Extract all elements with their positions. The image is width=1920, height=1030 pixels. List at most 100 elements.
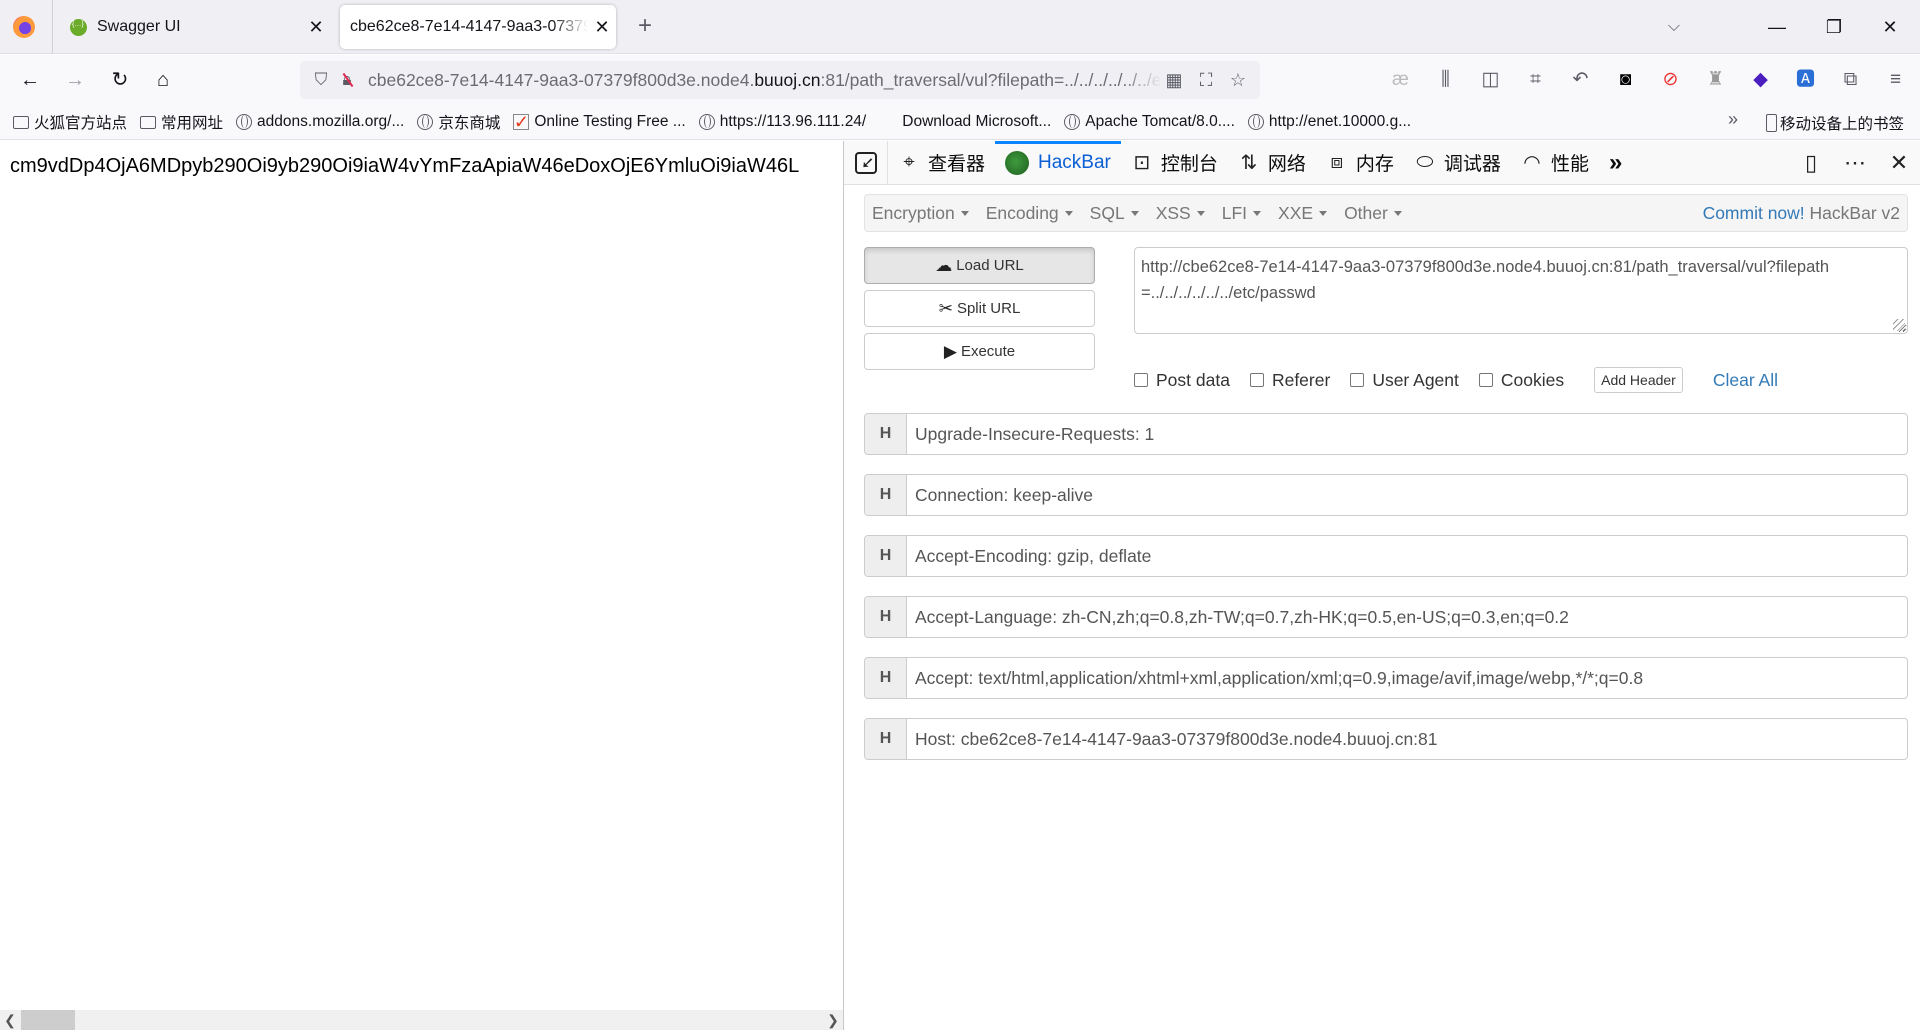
bookmark-item[interactable]: Apache Tomcat/8.0....: [1064, 113, 1235, 131]
bookmark-item[interactable]: addons.mozilla.org/...: [236, 113, 404, 131]
post-data-checkbox[interactable]: Post data: [1134, 370, 1230, 391]
spy-extension-icon[interactable]: ♜: [1693, 65, 1738, 95]
reader-extension-icon[interactable]: æ: [1378, 65, 1423, 95]
blocked-extension-icon[interactable]: ⊘: [1648, 65, 1693, 95]
bookmarks-toolbar: 火狐官方站点 常用网址 addons.mozilla.org/... 京东商城 …: [0, 105, 1920, 140]
execute-button[interactable]: ▶ Execute: [864, 333, 1095, 370]
menu-sql[interactable]: SQL: [1083, 203, 1149, 224]
checkbox-icon[interactable]: [1134, 373, 1148, 387]
more-options-icon[interactable]: ⋯: [1833, 150, 1877, 176]
caret-down-icon: [1253, 211, 1262, 217]
tab-network[interactable]: ⇅ 网络: [1228, 141, 1316, 185]
menu-lfi[interactable]: LFI: [1215, 203, 1271, 224]
scrollbar-thumb[interactable]: [21, 1010, 75, 1030]
tab-console[interactable]: ⊡ 控制台: [1121, 141, 1228, 185]
url-text[interactable]: cbe62ce8-7e14-4147-9aa3-07379f800d3e.nod…: [368, 70, 1162, 91]
load-url-button[interactable]: ☁ Load URL: [864, 247, 1095, 284]
cookies-checkbox[interactable]: Cookies: [1478, 370, 1564, 391]
bookmark-item[interactable]: 火狐官方站点: [13, 111, 127, 133]
bookmark-item[interactable]: Download Microsoft...: [879, 113, 1051, 131]
back-button[interactable]: ←: [15, 65, 45, 95]
menu-encryption[interactable]: Encryption: [865, 203, 979, 224]
close-tab-button[interactable]: ✕: [302, 17, 330, 38]
crop-screenshot-icon[interactable]: ⌗: [1513, 65, 1558, 95]
header-value-input[interactable]: Accept-Encoding: gzip, deflate: [907, 536, 1907, 576]
mobile-bookmarks[interactable]: 移动设备上的书签: [1766, 112, 1904, 134]
scroll-left-arrow-icon[interactable]: ❮: [3, 1010, 17, 1030]
reload-button[interactable]: ↻: [105, 65, 135, 95]
element-picker-button[interactable]: [844, 140, 888, 185]
new-tab-button[interactable]: +: [630, 12, 660, 42]
firefox-logo-icon[interactable]: [13, 16, 35, 38]
clear-all-link[interactable]: Clear All: [1713, 370, 1778, 391]
header-value-input[interactable]: Host: cbe62ce8-7e14-4147-9aa3-07379f800d…: [907, 719, 1907, 759]
translate-extension-icon[interactable]: 🅰︎: [1783, 65, 1828, 95]
tab-memory[interactable]: ⧈ 内存: [1316, 141, 1404, 185]
library-icon[interactable]: ⫼: [1423, 65, 1468, 95]
tab-inspector[interactable]: ⌖ 查看器: [888, 141, 995, 185]
menu-encoding[interactable]: Encoding: [979, 203, 1083, 224]
header-row[interactable]: H Upgrade-Insecure-Requests: 1: [864, 413, 1908, 455]
add-header-button[interactable]: Add Header: [1594, 367, 1683, 393]
extensions-puzzle-icon[interactable]: ⧉: [1828, 65, 1873, 95]
menu-other[interactable]: Other: [1337, 203, 1412, 224]
commit-now-link[interactable]: Commit now!: [1703, 203, 1805, 223]
dock-toggle-icon[interactable]: ▯: [1789, 150, 1833, 176]
tampermonkey-icon[interactable]: ◙: [1603, 65, 1648, 95]
split-url-button[interactable]: ✂ Split URL: [864, 290, 1095, 327]
menu-label: Encryption: [872, 202, 955, 223]
list-all-tabs-button[interactable]: ⌵: [1656, 12, 1692, 42]
header-value-input[interactable]: Upgrade-Insecure-Requests: 1: [907, 414, 1907, 454]
tab-active-page[interactable]: cbe62ce8-7e14-4147-9aa3-07379f800d3e.nod…: [340, 5, 616, 49]
address-bar[interactable]: ⛉ 🔒︎ cbe62ce8-7e14-4147-9aa3-07379f800d3…: [300, 61, 1260, 99]
checkbox-icon[interactable]: [1249, 373, 1264, 387]
close-devtools-icon[interactable]: ✕: [1877, 150, 1920, 176]
restore-button[interactable]: ❐: [1814, 12, 1854, 42]
tab-swagger-ui[interactable]: Swagger UI ✕: [56, 5, 330, 49]
layers-extension-icon[interactable]: ◆: [1738, 65, 1783, 95]
checkbox-icon[interactable]: [1478, 373, 1493, 387]
checkbox-icon[interactable]: [1350, 373, 1365, 387]
app-menu-icon[interactable]: ≡: [1873, 65, 1918, 95]
bookmarks-overflow-chevron-icon[interactable]: »: [1728, 109, 1738, 130]
header-row[interactable]: H Accept-Encoding: gzip, deflate: [864, 535, 1908, 577]
header-row[interactable]: H Connection: keep-alive: [864, 474, 1908, 516]
tab-hackbar[interactable]: HackBar: [995, 140, 1121, 185]
tabs-overflow-button[interactable]: »: [1599, 141, 1632, 185]
close-tab-button[interactable]: ✕: [588, 17, 616, 38]
bookmark-item[interactable]: ✓ Online Testing Free ...: [513, 113, 686, 131]
user-agent-checkbox[interactable]: User Agent: [1350, 370, 1459, 391]
header-value-input[interactable]: Accept-Language: zh-CN,zh;q=0.8,zh-TW;q=…: [907, 597, 1907, 637]
translate-icon[interactable]: ⛶: [1194, 70, 1218, 91]
menu-xxe[interactable]: XXE: [1271, 203, 1337, 224]
url-textarea[interactable]: http://cbe62ce8-7e14-4147-9aa3-07379f800…: [1134, 247, 1908, 334]
header-row[interactable]: H Host: cbe62ce8-7e14-4147-9aa3-07379f800…: [864, 718, 1908, 760]
tracking-protection-shield-icon[interactable]: ⛉: [308, 70, 334, 90]
minimize-button[interactable]: —: [1757, 12, 1797, 42]
button-label: Execute: [960, 343, 1016, 360]
bookmark-item[interactable]: https://113.96.111.24/: [698, 113, 866, 131]
header-row[interactable]: H Accept: text/html,application/xhtml+xml…: [864, 657, 1908, 699]
header-prefix-badge: H: [865, 536, 907, 576]
horizontal-scrollbar[interactable]: ❮ ❯: [0, 1010, 843, 1030]
undo-icon[interactable]: ↶: [1558, 65, 1603, 95]
header-value-input[interactable]: Connection: keep-alive: [907, 475, 1907, 515]
tab-debugger[interactable]: ⬭ 调试器: [1404, 141, 1511, 185]
referer-checkbox[interactable]: Referer: [1249, 370, 1330, 391]
menu-xss[interactable]: XSS: [1149, 203, 1215, 224]
close-window-button[interactable]: ✕: [1870, 12, 1910, 42]
header-value-input[interactable]: Accept: text/html,application/xhtml+xml,…: [907, 658, 1907, 698]
scroll-right-arrow-icon[interactable]: ❯: [826, 1010, 840, 1030]
bookmark-star-icon[interactable]: ☆: [1226, 70, 1250, 91]
forward-button[interactable]: →: [60, 65, 90, 95]
sidebar-icon[interactable]: ◫: [1468, 65, 1513, 95]
qr-code-icon[interactable]: ▦: [1162, 70, 1186, 91]
bookmark-item[interactable]: http://enet.10000.g...: [1247, 113, 1411, 131]
insecure-lock-icon[interactable]: 🔒︎: [334, 70, 360, 90]
header-row[interactable]: H Accept-Language: zh-CN,zh;q=0.8,zh-TW;q…: [864, 596, 1908, 638]
bookmark-item[interactable]: 常用网址: [140, 111, 223, 133]
bookmark-item[interactable]: 京东商城: [417, 111, 500, 133]
tab-performance[interactable]: ◠ 性能: [1511, 141, 1599, 185]
tab-title: cbe62ce8-7e14-4147-9aa3-07379f800d3e.nod…: [350, 18, 588, 35]
home-button[interactable]: ⌂: [148, 65, 178, 95]
